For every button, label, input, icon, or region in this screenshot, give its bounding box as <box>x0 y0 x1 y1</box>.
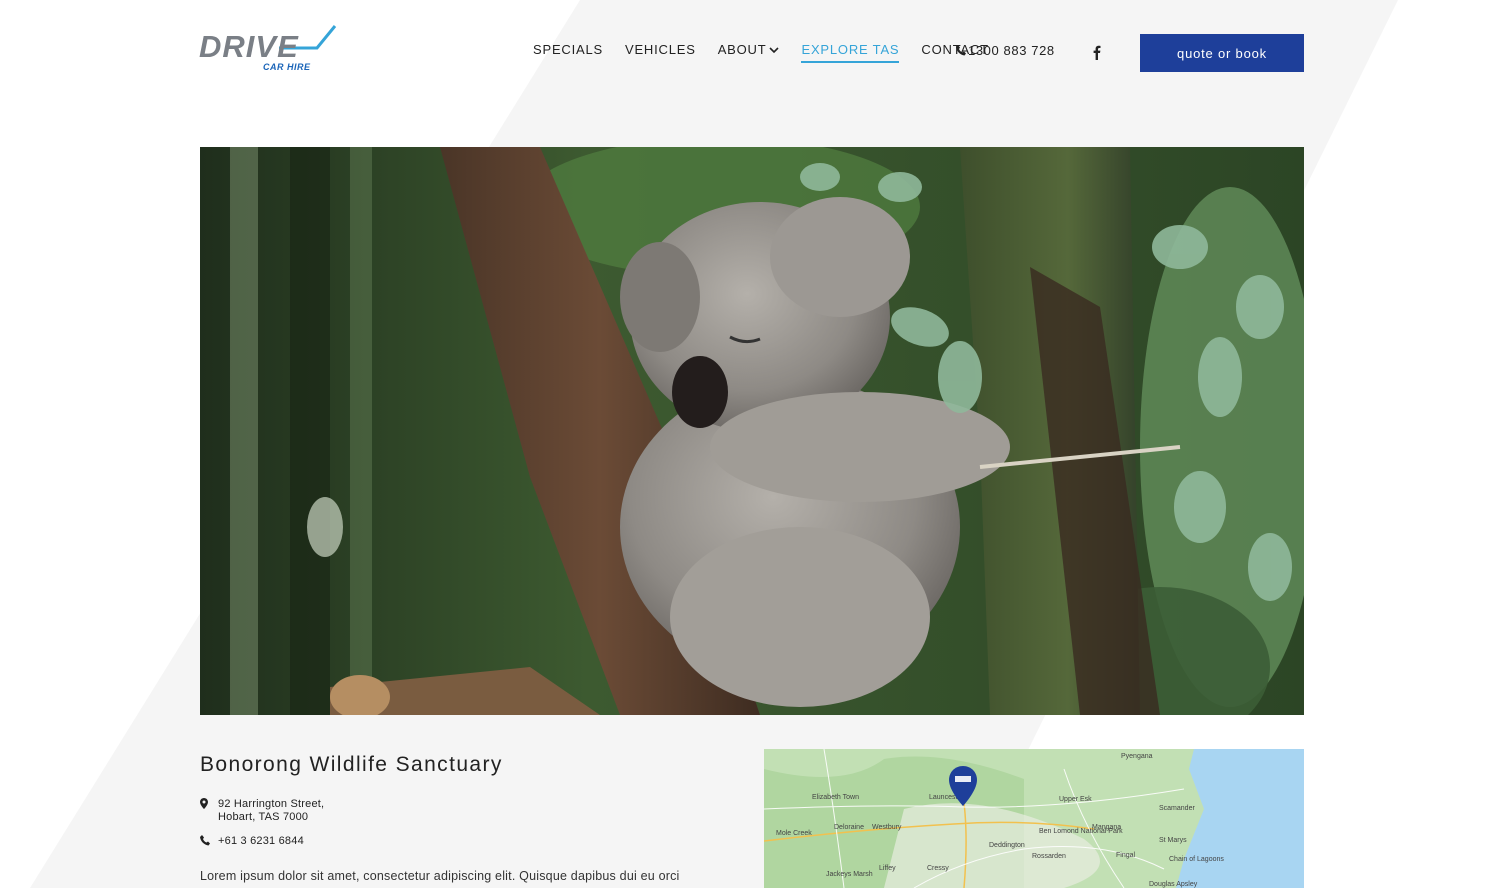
map-label-douglas-apsley: Douglas Apsley <box>1149 881 1198 888</box>
quote-or-book-button[interactable]: quote or book <box>1140 34 1304 72</box>
map-label-fingal: Fingal <box>1116 852 1136 859</box>
map-label-pyengana: Pyengana <box>1121 753 1153 760</box>
map-label-upper-esk: Upper Esk <box>1059 796 1092 803</box>
nav-specials[interactable]: SPECIALS <box>533 42 603 61</box>
map-label-jackeys-marsh: Jackeys Marsh <box>826 871 873 878</box>
map-label-rossarden: Rossarden <box>1032 853 1066 860</box>
listing-phone-number: +61 3 6231 6844 <box>218 835 304 847</box>
site-header: DRIVE CAR HIRE SPECIALS VEHICLES ABOUT E… <box>0 0 1504 110</box>
chevron-down-icon <box>769 47 780 54</box>
header-phone-number: 1300 883 728 <box>968 43 1055 58</box>
phone-icon <box>956 45 966 56</box>
listing-title: Bonorong Wildlife Sanctuary <box>200 753 503 776</box>
map-label-st-marys: St Marys <box>1159 837 1187 844</box>
map-tiles: Pyengana Elizabeth Town Launceston Upper… <box>764 749 1304 888</box>
koala-photo-illustration <box>200 147 1304 715</box>
map-label-deddington: Deddington <box>989 842 1025 849</box>
nav-about-label: ABOUT <box>717 42 767 57</box>
map-label-scamander: Scamander <box>1159 805 1195 812</box>
nav-vehicles[interactable]: VEHICLES <box>625 42 696 61</box>
facebook-icon[interactable] <box>1090 44 1104 60</box>
map-label-mangana: Mangana <box>1092 824 1121 831</box>
hero-image <box>200 147 1304 715</box>
drive-car-hire-logo[interactable]: DRIVE CAR HIRE <box>199 24 337 74</box>
map-label-deloraine: Deloraine <box>834 824 864 831</box>
location-pin-icon <box>200 798 208 809</box>
map-label-liffey: Liffey <box>879 865 896 872</box>
address-line-1: 92 Harrington Street, <box>218 798 325 810</box>
logo-subtitle: CAR HIRE <box>263 62 311 72</box>
location-map[interactable]: Pyengana Elizabeth Town Launceston Upper… <box>764 749 1304 888</box>
logo-word: DRIVE <box>199 29 299 64</box>
main-navigation: SPECIALS VEHICLES ABOUT EXPLORE TAS CONT… <box>533 42 989 64</box>
map-label-cressy: Cressy <box>927 865 949 872</box>
header-phone-link[interactable]: 1300 883 728 <box>956 43 1055 58</box>
map-label-westbury: Westbury <box>872 824 902 831</box>
listing-description: Lorem ipsum dolor sit amet, consectetur … <box>200 869 680 883</box>
address-line-2: Hobart, TAS 7000 <box>218 811 309 823</box>
nav-about[interactable]: ABOUT <box>718 42 780 61</box>
map-label-chain-of-lagoons: Chain of Lagoons <box>1169 856 1224 863</box>
map-label-elizabeth-town: Elizabeth Town <box>812 794 859 801</box>
map-label-mole-creek: Mole Creek <box>776 830 812 837</box>
phone-icon <box>200 835 210 846</box>
nav-explore-tas[interactable]: EXPLORE TAS <box>801 42 900 63</box>
